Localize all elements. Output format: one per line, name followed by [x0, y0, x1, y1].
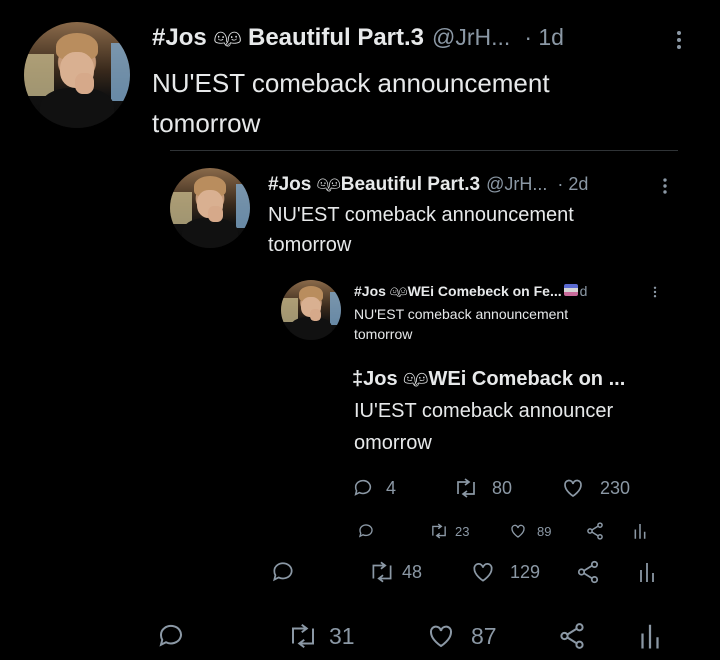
retweet-count: 23 — [455, 523, 470, 539]
analytics-button[interactable] — [638, 621, 662, 651]
analytics-icon — [640, 563, 654, 582]
tweet-text: NU'EST comeback announcement tomorrow — [354, 306, 569, 342]
like-count: 87 — [471, 622, 497, 649]
like-button[interactable]: 129 — [470, 559, 540, 585]
retweet-button[interactable]: 80 — [452, 476, 512, 500]
analytics-icon — [641, 624, 659, 649]
retweet-icon — [372, 561, 392, 583]
tweet-header: ‡Jos 👫︎WEi Comeback on ... — [352, 366, 625, 391]
avatar[interactable] — [170, 168, 250, 248]
divider — [170, 150, 678, 151]
more-icon[interactable] — [653, 285, 657, 299]
reply-icon — [273, 562, 293, 582]
retweet-count: 31 — [329, 622, 355, 649]
like-icon — [429, 625, 453, 648]
retweet-button[interactable]: 23 — [429, 521, 469, 541]
reply-button[interactable] — [270, 559, 296, 585]
reply-icon — [159, 624, 182, 647]
retweet-count: 48 — [402, 561, 423, 582]
share-icon — [577, 560, 599, 584]
reply-count: 4 — [386, 477, 397, 498]
share-button[interactable] — [555, 621, 589, 651]
tweet-text: NU'EST comeback announcement tomorrow — [152, 68, 550, 138]
couple-emoji-icon: 👫︎ — [213, 25, 242, 50]
like-icon — [511, 524, 525, 538]
retweet-count: 80 — [492, 477, 513, 498]
retweet-button[interactable]: 31 — [285, 621, 355, 651]
display-name[interactable]: #Jos 👫︎ Beautiful Part.3 — [152, 24, 424, 52]
couple-emoji-icon: 👫︎ — [403, 368, 429, 390]
tweet-actions: 48 129 — [270, 558, 670, 586]
couple-emoji-icon: 👫︎ — [389, 283, 408, 299]
like-count: 230 — [600, 477, 631, 498]
reply-button[interactable] — [155, 621, 187, 651]
flag-emoji-icon — [563, 284, 578, 296]
display-name[interactable]: ‡Jos 👫︎WEi Comeback on ... — [352, 366, 625, 391]
share-button[interactable] — [585, 521, 605, 541]
share-icon — [560, 623, 584, 649]
timestamp[interactable]: · 1d — [524, 24, 564, 51]
tweet-header: #Jos 👫︎ Beautiful Part.3 @JrH... · 1d — [152, 24, 564, 52]
timestamp[interactable]: d — [580, 283, 588, 299]
display-name[interactable]: #Jos 👫︎Beautiful Part.3 — [268, 172, 480, 196]
tweet-actions: 23 89 — [357, 520, 657, 542]
like-icon — [473, 563, 493, 582]
tweet-text-line-1: IU'EST comeback announcer — [354, 400, 614, 422]
share-icon — [587, 522, 603, 540]
tweet-header: #Jos 👫︎Beautiful Part.3 @JrH... · 2d — [268, 172, 588, 196]
more-icon[interactable] — [677, 28, 681, 52]
share-button[interactable] — [575, 559, 601, 585]
timestamp[interactable]: · 2d — [557, 174, 588, 195]
retweet-icon — [292, 623, 314, 649]
like-count: 89 — [537, 523, 552, 539]
tweet-text: NU'EST comeback announcement tomorrow — [268, 204, 574, 256]
couple-emoji-icon: 👫︎ — [316, 174, 341, 195]
like-button[interactable]: 230 — [560, 476, 630, 500]
avatar[interactable] — [24, 22, 130, 128]
avatar[interactable] — [281, 280, 341, 340]
more-icon[interactable] — [663, 176, 667, 196]
display-name[interactable]: #Jos 👫︎WEi Comebeck on Fe... — [354, 283, 562, 300]
analytics-button[interactable] — [638, 559, 656, 585]
tweet-actions: 4 80 230 — [352, 475, 672, 501]
reply-button[interactable]: 4 — [352, 476, 396, 500]
like-button[interactable]: 89 — [509, 521, 551, 541]
analytics-button[interactable] — [633, 521, 647, 541]
retweet-button[interactable]: 48 — [368, 559, 422, 585]
tweet-actions: 31 87 — [155, 620, 675, 652]
user-handle[interactable]: @JrH... — [432, 24, 510, 51]
like-button[interactable]: 87 — [425, 621, 497, 651]
analytics-icon — [634, 524, 646, 539]
retweet-icon — [457, 478, 475, 498]
user-handle[interactable]: @JrH... — [486, 174, 547, 195]
tweet-text-line-2: omorrow — [354, 432, 432, 454]
retweet-icon — [432, 523, 446, 539]
reply-icon — [354, 479, 372, 496]
reply-button[interactable] — [357, 521, 375, 541]
like-icon — [564, 479, 582, 498]
reply-icon — [358, 524, 373, 538]
like-count: 129 — [510, 561, 541, 582]
tweet-header: #Jos 👫︎WEi Comebeck on Fe... d — [354, 283, 587, 300]
